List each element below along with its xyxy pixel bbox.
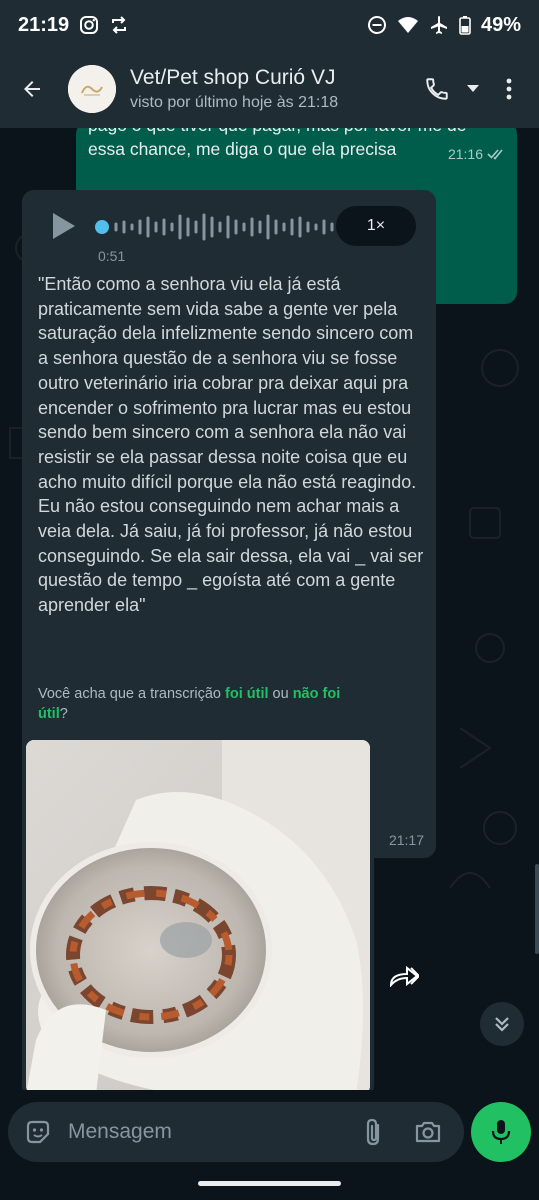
- call-options-button[interactable]: [461, 67, 485, 111]
- battery-level: 49%: [480, 13, 521, 36]
- status-bar: 21:19 49%: [0, 0, 539, 50]
- instagram-icon: [79, 15, 99, 35]
- avatar[interactable]: [68, 65, 116, 113]
- feedback-suffix: ?: [59, 706, 68, 722]
- audio-waveform[interactable]: [94, 204, 349, 250]
- camera-button[interactable]: [406, 1110, 450, 1154]
- contact-name: Vet/Pet shop Curió VJ: [130, 66, 336, 89]
- double-chevron-down-icon: [495, 1017, 509, 1032]
- play-icon: [53, 213, 75, 239]
- more-options-button[interactable]: [489, 67, 529, 111]
- photo-petri-dish[interactable]: [26, 740, 370, 1090]
- call-button[interactable]: [417, 67, 457, 111]
- voice-transcript: "Então como a senhora viu ela já está pr…: [38, 274, 424, 616]
- battery-icon: [459, 15, 471, 35]
- back-arrow-icon: [24, 81, 40, 97]
- voice-record-button[interactable]: [471, 1102, 531, 1162]
- feedback-or: ou: [268, 686, 293, 702]
- feedback-useful-link[interactable]: foi útil: [225, 686, 269, 702]
- scrollbar[interactable]: [535, 864, 539, 954]
- message-composer: [8, 1102, 464, 1162]
- attach-button[interactable]: [352, 1110, 396, 1154]
- sticker-icon: [26, 1120, 50, 1144]
- chat-area[interactable]: pago o que tiver que pagar, mas por favo…: [0, 128, 539, 1090]
- more-vert-icon: [506, 78, 512, 100]
- forward-icon: [389, 965, 419, 987]
- read-receipt-icon: [487, 149, 503, 160]
- play-button[interactable]: [48, 206, 80, 246]
- contact-info[interactable]: Vet/Pet shop Curió VJ visto por último h…: [130, 66, 338, 112]
- status-time: 21:19: [18, 13, 70, 36]
- voice-duration: 0:51: [98, 248, 126, 264]
- outgoing-text-line-2: essa chance, me diga o que ela precisa: [88, 139, 397, 159]
- gesture-nav-bar[interactable]: [198, 1181, 341, 1186]
- scroll-to-bottom-button[interactable]: [480, 1002, 524, 1046]
- forward-button[interactable]: [384, 958, 424, 994]
- sticker-button[interactable]: [22, 1116, 54, 1148]
- outgoing-text-line-1: pago o que tiver que pagar, mas por favo…: [88, 128, 466, 137]
- paperclip-icon: [366, 1118, 380, 1146]
- microphone-icon: [491, 1120, 511, 1144]
- outgoing-time: 21:16: [447, 146, 483, 162]
- voice-message-time: 21:17: [388, 832, 424, 848]
- dropdown-icon: [467, 85, 479, 92]
- message-input[interactable]: [68, 1112, 342, 1152]
- chat-header: Vet/Pet shop Curió VJ visto por último h…: [0, 50, 539, 128]
- camera-icon: [415, 1121, 441, 1143]
- phone-icon: [426, 78, 448, 100]
- playback-speed-button[interactable]: 1×: [336, 206, 416, 246]
- airplane-icon: [429, 15, 449, 35]
- transcript-feedback: Você acha que a transcrição foi útil ou …: [38, 684, 368, 724]
- feedback-prefix: Você acha que a transcrição: [38, 686, 226, 702]
- image-message[interactable]: [22, 736, 374, 1090]
- do-not-disturb-icon: [367, 15, 387, 35]
- wifi-icon: [397, 15, 419, 35]
- sync-icon: [109, 15, 129, 35]
- back-button[interactable]: [10, 67, 54, 111]
- last-seen: visto por último hoje às 21:18: [130, 94, 339, 111]
